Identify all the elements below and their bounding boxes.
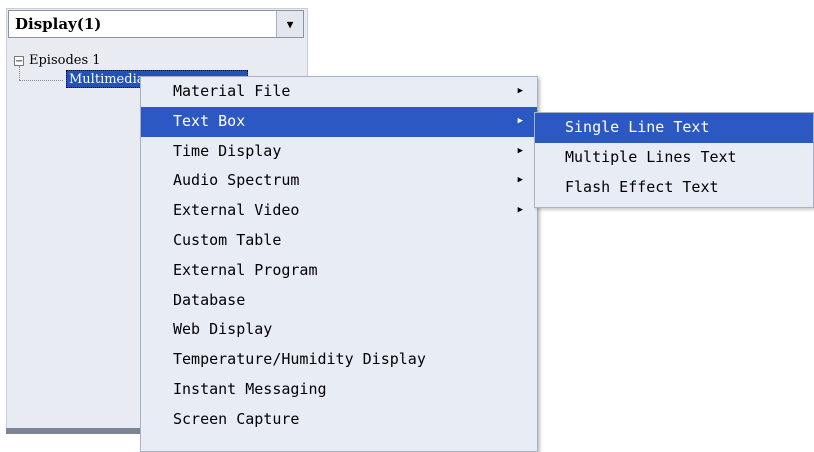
menu-item-label: Screen Capture bbox=[173, 409, 300, 428]
menu-item-external-video[interactable]: External Video ▶ bbox=[141, 196, 537, 226]
menu-item-web-display[interactable]: Web Display bbox=[141, 315, 537, 345]
menu-item-label: Multiple Lines Text bbox=[565, 147, 737, 166]
menu-item-temperature-humidity-display[interactable]: Temperature/Humidity Display bbox=[141, 345, 537, 375]
submenu-arrow-icon: ▶ bbox=[517, 175, 523, 186]
menu-item-external-program[interactable]: External Program bbox=[141, 256, 537, 286]
submenu-arrow-icon: ▶ bbox=[517, 115, 523, 126]
submenu-arrow-icon: ▶ bbox=[517, 145, 523, 156]
menu-item-label: Database bbox=[173, 290, 246, 309]
menu-item-flash-effect-text[interactable]: Flash Effect Text bbox=[535, 173, 813, 203]
text-box-submenu: Single Line Text Multiple Lines Text Flash… bbox=[534, 112, 814, 208]
menu-item-custom-table[interactable]: Custom Table bbox=[141, 226, 537, 256]
menu-item-time-display[interactable]: Time Display ▶ bbox=[141, 137, 537, 167]
context-menu: Material File ▶ Text Box ▶ Time Display ▶ Audi… bbox=[140, 76, 538, 452]
collapse-icon[interactable]: − bbox=[14, 55, 24, 66]
menu-item-label: Single Line Text bbox=[565, 118, 710, 136]
display-select[interactable]: Display(1) ▼ bbox=[8, 10, 304, 38]
menu-item-label: Time Display bbox=[173, 141, 282, 160]
menu-item-label: Temperature/Humidity Display bbox=[173, 350, 426, 369]
submenu-arrow-icon: ▶ bbox=[517, 86, 523, 96]
menu-item-label: Audio Spectrum bbox=[173, 171, 300, 190]
tree-node-episodes[interactable]: − Episodes 1 bbox=[14, 52, 248, 70]
menu-item-material-file[interactable]: Material File ▶ bbox=[141, 77, 537, 107]
submenu-arrow-icon: ▶ bbox=[517, 205, 523, 216]
menu-item-label: Flash Effect Text bbox=[565, 177, 719, 196]
menu-item-label: Instant Messaging bbox=[173, 379, 327, 398]
tree-node-label: Episodes 1 bbox=[29, 53, 101, 68]
menu-item-audio-spectrum[interactable]: Audio Spectrum ▶ bbox=[141, 166, 537, 196]
chevron-down-icon[interactable]: ▼ bbox=[276, 11, 303, 37]
menu-item-single-line-text[interactable]: Single Line Text bbox=[535, 113, 813, 143]
menu-item-label: Web Display bbox=[173, 320, 273, 339]
menu-item-text-box[interactable]: Text Box ▶ bbox=[141, 106, 537, 137]
menu-item-label: Text Box bbox=[173, 111, 246, 130]
menu-item-label: Custom Table bbox=[173, 230, 282, 249]
menu-item-label: Material File bbox=[173, 82, 291, 100]
menu-item-database[interactable]: Database bbox=[141, 286, 537, 316]
display-select-value: Display(1) bbox=[15, 15, 102, 33]
menu-item-multiple-lines-text[interactable]: Multiple Lines Text bbox=[535, 143, 813, 173]
horizontal-scrollbar[interactable] bbox=[6, 428, 140, 434]
menu-item-label: External Program bbox=[173, 260, 318, 279]
menu-item-screen-capture[interactable]: Screen Capture bbox=[141, 405, 537, 435]
menu-item-label: External Video bbox=[173, 201, 300, 220]
menu-item-instant-messaging[interactable]: Instant Messaging bbox=[141, 375, 537, 405]
